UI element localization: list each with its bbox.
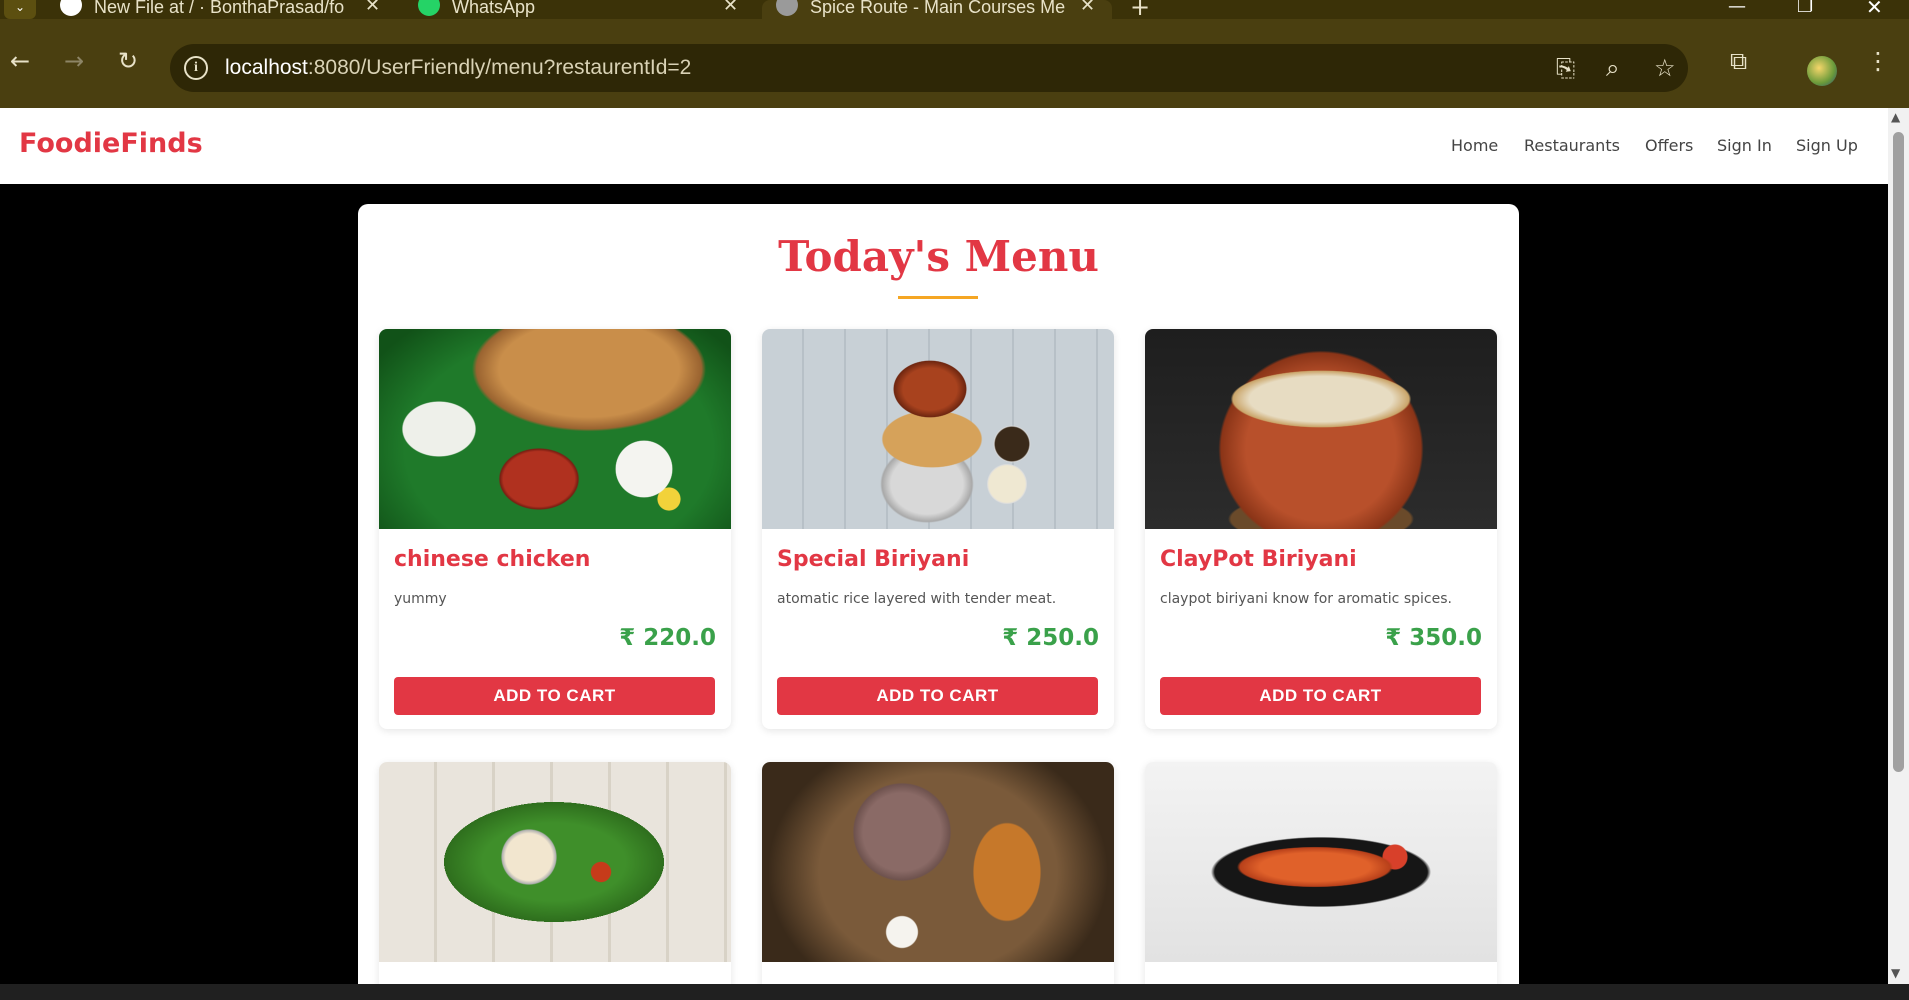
github-icon (60, 0, 82, 16)
extensions-icon[interactable]: ⧉ (1730, 47, 1747, 75)
food-image-kheer (379, 762, 731, 962)
item-name: Special Biriyani (777, 547, 970, 572)
scroll-down-icon[interactable]: ▼ (1891, 966, 1900, 980)
os-taskbar (0, 984, 1909, 1000)
add-to-cart-button[interactable]: ADD TO CART (1160, 677, 1481, 715)
menu-item-card: ClayPot Biriyani claypot biriyani know f… (1145, 329, 1497, 729)
tab-github[interactable]: New File at / · BonthaPrasad/fo ✕ (60, 0, 390, 19)
menu-item-card (762, 762, 1114, 984)
nav-sign-in[interactable]: Sign In (1717, 136, 1772, 155)
address-bar[interactable]: i localhost:8080/UserFriendly/menu?resta… (170, 44, 1688, 92)
close-icon[interactable]: ✕ (1080, 0, 1095, 14)
item-price: ₹ 350.0 (1385, 625, 1482, 651)
item-description: yummy (394, 591, 447, 607)
close-icon[interactable]: ✕ (723, 0, 738, 14)
menu-container: Today's Menu chinese chicken yummy ₹ 220… (358, 204, 1519, 984)
food-image-claypot-biriyani (1145, 329, 1497, 529)
title-underline (898, 296, 978, 299)
window-close-icon[interactable]: ✕ (1866, 0, 1883, 17)
menu-item-card (379, 762, 731, 984)
item-name: ClayPot Biriyani (1160, 547, 1357, 572)
scrollbar-thumb[interactable] (1893, 132, 1904, 772)
item-name: chinese chicken (394, 547, 591, 572)
item-description: atomatic rice layered with tender meat. (777, 591, 1057, 607)
tab-spice-route[interactable]: Spice Route - Main Courses Me ✕ (762, 0, 1112, 19)
site-info-icon[interactable]: i (184, 56, 208, 80)
brand-logo[interactable]: FoodieFinds (19, 128, 203, 159)
food-image-chilli-chicken (1145, 762, 1497, 962)
menu-item-card: Special Biriyani atomatic rice layered w… (762, 329, 1114, 729)
food-image-chinese-chicken (379, 329, 731, 529)
food-image-special-biriyani (762, 329, 1114, 529)
tab-search-button[interactable]: ⌄ (4, 0, 36, 19)
add-to-cart-button[interactable]: ADD TO CART (777, 677, 1098, 715)
tab-title: WhatsApp (452, 0, 536, 17)
page-title: Today's Menu (778, 232, 1099, 281)
back-icon[interactable]: ← (10, 47, 30, 75)
menu-kebab-icon[interactable]: ⋮ (1866, 47, 1890, 75)
profile-avatar[interactable] (1807, 56, 1837, 86)
new-tab-button[interactable]: + (1130, 0, 1150, 19)
page-viewport: FoodieFinds Home Restaurants Offers Sign… (0, 108, 1888, 984)
bookmark-star-icon[interactable]: ☆ (1654, 54, 1676, 82)
food-image-ragi-mudde (762, 762, 1114, 962)
nav-home[interactable]: Home (1451, 136, 1498, 155)
zoom-icon[interactable]: ⌕ (1606, 54, 1619, 82)
tab-strip: ⌄ New File at / · BonthaPrasad/fo ✕ What… (0, 0, 1909, 19)
nav-sign-up[interactable]: Sign Up (1796, 136, 1858, 155)
minimize-icon[interactable]: — (1728, 0, 1746, 16)
site-navbar: FoodieFinds Home Restaurants Offers Sign… (0, 108, 1888, 184)
reload-icon[interactable]: ↻ (118, 47, 138, 75)
nav-restaurants[interactable]: Restaurants (1524, 136, 1620, 155)
menu-item-card (1145, 762, 1497, 984)
tab-title: New File at / · BonthaPrasad/fo (94, 0, 345, 17)
close-icon[interactable]: ✕ (365, 0, 380, 14)
whatsapp-icon (418, 0, 440, 16)
restore-icon[interactable]: ❐ (1797, 0, 1813, 16)
translate-icon[interactable]: ⎘ (1556, 54, 1575, 82)
tab-title: Spice Route - Main Courses Me (810, 0, 1066, 17)
forward-icon[interactable]: → (64, 47, 84, 75)
globe-icon (776, 0, 798, 16)
item-price: ₹ 250.0 (1002, 625, 1099, 651)
tab-whatsapp[interactable]: WhatsApp ✕ (418, 0, 748, 19)
browser-toolbar: ← → ↻ i localhost:8080/UserFriendly/menu… (0, 19, 1909, 108)
nav-offers[interactable]: Offers (1645, 136, 1693, 155)
url-text[interactable]: localhost:8080/UserFriendly/menu?restaur… (225, 56, 691, 80)
menu-item-card: chinese chicken yummy ₹ 220.0 ADD TO CAR… (379, 329, 731, 729)
item-price: ₹ 220.0 (619, 625, 716, 651)
item-description: claypot biriyani know for aromatic spice… (1160, 591, 1452, 607)
scroll-up-icon[interactable]: ▲ (1891, 110, 1900, 124)
add-to-cart-button[interactable]: ADD TO CART (394, 677, 715, 715)
